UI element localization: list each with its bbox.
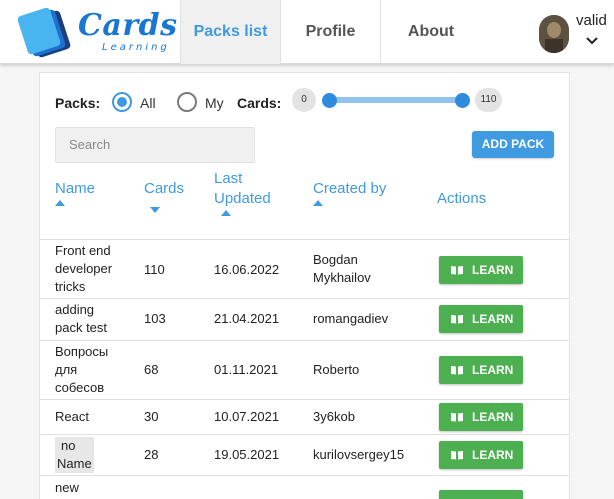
book-icon [451,266,463,275]
sort-desc-icon[interactable] [150,207,160,213]
tab-packs-list[interactable]: Packs list [180,0,281,64]
learn-button[interactable]: LEARN [439,305,523,333]
pack-created-by: 3y6kob [313,409,355,424]
pack-created-by: Roberto [313,362,360,377]
learn-button-label: LEARN [472,312,514,326]
sort-asc-icon[interactable] [221,210,231,216]
radio-my-label[interactable]: My [205,95,224,111]
user-name[interactable]: valid [576,12,607,29]
pack-cards-count: 28 [144,447,159,462]
radio-all-label[interactable]: All [140,95,156,111]
pack-name: React [55,409,89,424]
cards-logo[interactable]: Cards Learning [18,8,177,58]
table-row: Вопросы для собесов 68 01.11.2021 Roberto … [40,341,570,400]
search-input[interactable]: Search [55,127,255,163]
pack-last-updated: 19.05.2021 [214,447,280,462]
pack-created-by: romangadiev [313,311,389,326]
header-last-updated-line2[interactable]: Updated [214,189,271,209]
tab-profile[interactable]: Profile [281,0,381,64]
cards-logo-icon [18,8,71,58]
add-pack-button[interactable]: ADD PACK [472,131,554,158]
header-last-updated-line1[interactable]: Last [214,169,242,189]
pack-name: new [55,480,79,495]
cards-max-thumb[interactable] [455,93,470,108]
cards-filter-label: Cards: [237,95,282,111]
table-row: React 30 10.07.2021 3y6kob LEARN [40,400,570,435]
chevron-down-icon[interactable] [584,34,600,48]
sort-asc-icon[interactable] [55,200,65,206]
top-header: Cards Learning Packs list Profile About … [0,0,614,64]
learn-button-label: LEARN [472,410,514,424]
table-row: no Name 28 19.05.2021 kurilovsergey15 LEA… [40,435,570,476]
pack-cards-count: 30 [144,409,159,424]
learn-button-label: LEARN [472,448,514,462]
cards-min-value: 0 [292,88,316,112]
table-row: new LEARN [40,476,570,499]
learn-button[interactable]: LEARN [439,490,523,499]
avatar[interactable] [539,15,569,53]
packs-card: Packs: All My Cards: 0 110 Search ADD PA… [39,72,570,499]
logo-title: Cards [78,8,178,43]
header-actions: Actions [437,190,487,207]
pack-created-by: kurilovsergey15 [313,447,405,462]
book-icon [451,451,463,460]
cards-max-value: 110 [475,88,502,112]
cards-min-thumb[interactable] [322,93,337,108]
avatar-image [539,15,569,53]
pack-cards-count: 68 [144,362,159,377]
learn-button[interactable]: LEARN [439,441,523,469]
header-cards[interactable]: Cards [144,179,184,199]
pack-name: Вопросы для собесов [55,344,109,395]
table-row: Front end developer tricks 110 16.06.2022 … [40,240,570,299]
book-icon [451,413,463,422]
pack-last-updated: 10.07.2021 [214,409,280,424]
learn-button-label: LEARN [472,363,514,377]
pack-last-updated: 01.11.2021 [214,362,279,377]
pack-cards-count: 110 [144,262,165,277]
tab-about[interactable]: About [381,0,481,64]
header-created-by[interactable]: Created by [313,179,386,199]
table-row: adding pack test 103 21.04.2021 romangadi… [40,299,570,341]
pack-last-updated: 21.04.2021 [214,311,280,326]
learn-button[interactable]: LEARN [439,256,523,284]
book-icon [451,366,463,375]
radio-my[interactable] [177,92,197,112]
pack-cards-count: 103 [144,311,166,326]
pack-name: Front end developer tricks [55,243,113,294]
pack-last-updated: 16.06.2022 [214,262,280,277]
learn-button-label: LEARN [472,263,514,277]
header-name[interactable]: Name [55,179,95,199]
learn-button[interactable]: LEARN [439,356,523,384]
book-icon [451,315,463,324]
pack-created-by: Bogdan Mykhailov [313,252,371,285]
pack-name: adding pack test [55,302,108,335]
cards-range-slider[interactable] [330,97,464,103]
learn-button[interactable]: LEARN [439,403,523,431]
packs-filter-label: Packs: [55,95,101,111]
sort-asc-icon[interactable] [313,200,323,206]
logo-subtitle: Learning [102,42,170,53]
radio-all[interactable] [112,92,132,112]
pack-name: no Name [55,437,94,473]
